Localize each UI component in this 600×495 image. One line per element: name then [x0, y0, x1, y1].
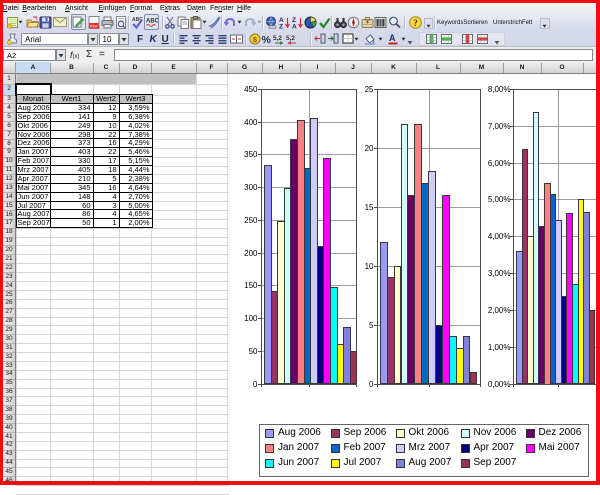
svg-text:A: A [389, 33, 396, 43]
svg-text:Z: Z [279, 23, 283, 29]
svg-text:5,2: 5,2 [286, 35, 295, 42]
svg-text:A: A [292, 23, 297, 29]
svg-text:?: ? [413, 18, 418, 28]
svg-text:5,2: 5,2 [273, 35, 282, 42]
svg-text:%: % [262, 34, 272, 45]
svg-text:ABC: ABC [146, 19, 158, 25]
svg-text:PDF: PDF [90, 23, 99, 28]
